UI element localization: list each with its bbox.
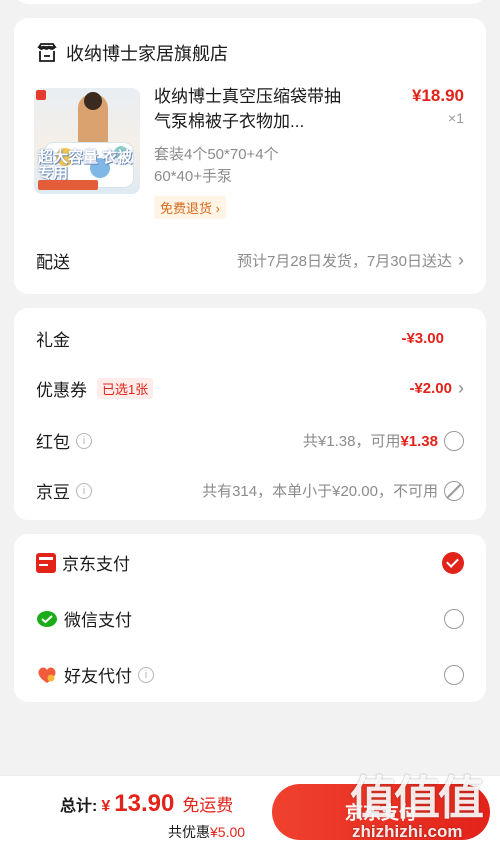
coupon-label: 优惠券 — [36, 381, 87, 400]
payment-option-jd[interactable]: 京东支付 — [36, 550, 464, 575]
payment-card: 京东支付 微信支付 好友代付 i — [14, 534, 486, 702]
jd-pay-icon — [36, 552, 56, 573]
store-card: 收纳博士家居旗舰店 超大容量 衣被专用 收纳博士真空压缩袋带抽气泵棉被子衣物加.… — [14, 18, 486, 294]
product-title[interactable]: 收纳博士真空压缩袋带抽气泵棉被子衣物加... — [154, 84, 344, 134]
watermark-url: zhizhizhi.com — [352, 822, 463, 841]
jingdou-status: 共有314，本单小于¥20.00，不可用 — [202, 483, 438, 500]
saved-line[interactable]: 共优惠¥5.00 — [168, 822, 245, 842]
jingdou-label: 京豆 — [36, 483, 70, 502]
payment-option-wechat[interactable]: 微信支付 — [36, 606, 464, 631]
free-shipping-label: 免运费 — [182, 796, 234, 815]
saved-label: 共优惠 — [168, 824, 210, 840]
redpack-available-amount: ¥1.38 — [400, 433, 438, 450]
payment-option-label: 京东支付 — [62, 555, 130, 574]
free-return-label: 免费退货 — [160, 201, 213, 216]
wechat-pay-icon — [37, 610, 57, 627]
discount-card: 礼金 -¥3.00 优惠券 已选1张 -¥2.00 › 红包 i 共¥1.38，… — [14, 308, 486, 520]
previous-card-edge — [14, 0, 486, 4]
payment-option-friend[interactable]: 好友代付 i — [36, 662, 464, 687]
product-image[interactable]: 超大容量 衣被专用 — [34, 88, 140, 194]
friend-pay-icon — [38, 667, 56, 683]
payment-radio-selected[interactable] — [442, 551, 464, 574]
delivery-label: 配送 — [36, 253, 70, 272]
payment-option-label: 微信支付 — [64, 611, 132, 630]
redpack-radio[interactable] — [444, 430, 464, 451]
chevron-right-icon: › — [458, 250, 464, 270]
store-icon — [37, 43, 57, 62]
payment-option-label: 好友代付 — [64, 667, 132, 686]
store-header[interactable]: 收纳博士家居旗舰店 — [36, 40, 228, 66]
product-spec: 套装4个50*70+4个60*40+手泵 — [154, 146, 279, 185]
product-price: ¥18.90 — [412, 86, 464, 105]
free-return-badge[interactable]: 免费退货 › — [154, 196, 226, 219]
info-icon[interactable]: i — [76, 432, 92, 449]
total-currency: ¥ — [101, 798, 111, 815]
gift-label: 礼金 — [36, 331, 70, 350]
jingdou-row: 京豆 i 共有314，本单小于¥20.00，不可用 — [36, 478, 464, 503]
watermark: 值值值 zhizhizhi.com — [350, 762, 500, 848]
coupon-selected-badge: 已选1张 — [97, 378, 154, 399]
gift-row[interactable]: 礼金 -¥3.00 — [36, 326, 464, 351]
chevron-right-icon: › — [458, 378, 464, 398]
payment-radio[interactable] — [444, 608, 464, 629]
redpack-label: 红包 — [36, 433, 70, 452]
delivery-row[interactable]: 配送 预计7月28日发货，7月30日送达 › — [36, 248, 464, 273]
payment-radio[interactable] — [444, 664, 464, 685]
redpack-row[interactable]: 红包 i 共¥1.38，可用¥1.38 — [36, 428, 464, 453]
total-label: 总计: — [60, 798, 98, 815]
saved-amount: ¥5.00 — [210, 824, 246, 840]
coupon-value: -¥2.00 — [409, 380, 452, 397]
gift-value: -¥3.00 — [401, 330, 444, 347]
chevron-right-icon: › — [215, 201, 220, 216]
disabled-icon — [444, 480, 464, 501]
product-quantity: ×1 — [448, 110, 464, 126]
info-icon[interactable]: i — [76, 482, 92, 499]
total-amount: 13.90 — [114, 790, 175, 817]
brand-logo — [36, 90, 46, 100]
watermark-logo: 值值值 — [350, 772, 484, 824]
product-image-caption: 超大容量 衣被专用 — [38, 149, 133, 182]
info-icon[interactable]: i — [138, 666, 154, 683]
store-name: 收纳博士家居旗舰店 — [66, 44, 228, 64]
coupon-row[interactable]: 优惠券 已选1张 -¥2.00 › — [36, 376, 464, 401]
total-line: 总计: ¥ 13.90 免运费 — [60, 790, 233, 818]
delivery-estimate: 预计7月28日发货，7月30日送达 — [236, 253, 452, 270]
redpack-available-text: 共¥1.38，可用 — [302, 433, 401, 450]
redpack-summary: 共¥1.38，可用¥1.38 — [303, 430, 438, 451]
